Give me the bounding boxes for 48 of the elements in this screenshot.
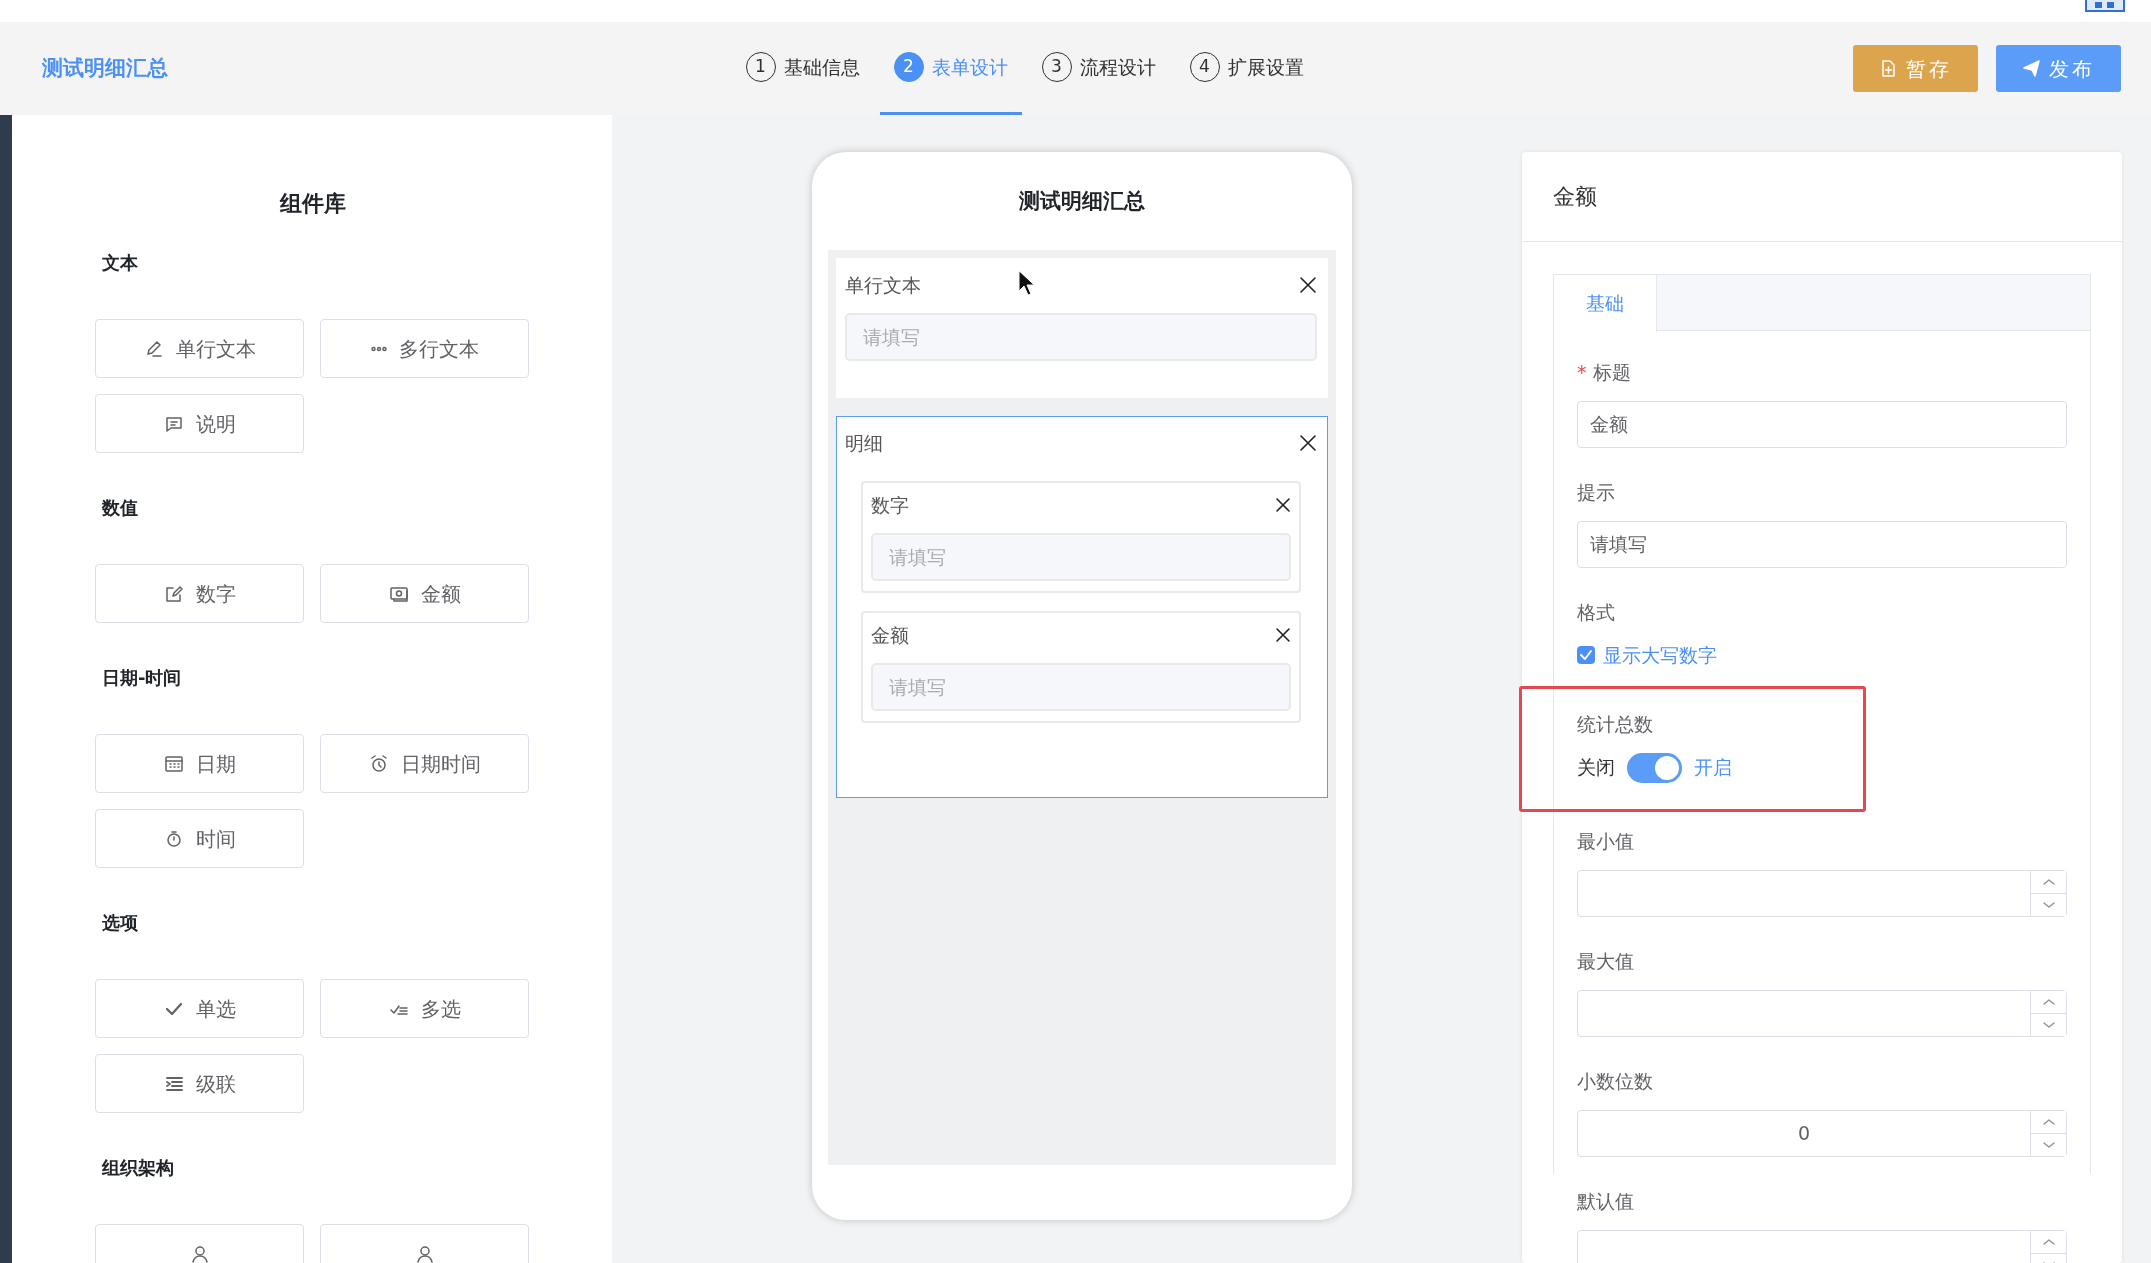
field-label: 格式: [1577, 600, 1616, 625]
required-mark: *: [1577, 361, 1587, 383]
section-heading: 选项: [102, 911, 139, 935]
component-button[interactable]: 日期时间: [320, 734, 529, 793]
form-title: 测试明细汇总: [1018, 188, 1146, 215]
field-label: * 标题: [1577, 360, 1632, 385]
field-label: 最大值: [1577, 948, 1635, 974]
field-label: 统计总数: [1577, 711, 1654, 737]
input-field[interactable]: 请填写: [871, 663, 1291, 711]
field-label: 默认值: [1577, 1188, 1635, 1214]
input-field[interactable]: 请填写: [871, 533, 1291, 581]
panel-title: 组件库: [278, 190, 347, 218]
step-tab[interactable]: 3 流程设计: [1027, 22, 1170, 115]
panel-title: 金额: [1522, 152, 2122, 242]
field-label: 明细: [845, 431, 883, 456]
input-field[interactable]: 请填写: [1577, 521, 2067, 568]
step-tab[interactable]: 1 基础信息: [731, 22, 874, 115]
component-button[interactable]: 单行文本: [95, 319, 304, 378]
component-button[interactable]: 说明: [95, 394, 304, 453]
component-button[interactable]: 数字: [95, 564, 304, 623]
component-button[interactable]: 多选: [320, 979, 529, 1038]
component-button[interactable]: 多行文本: [320, 319, 529, 378]
component-button[interactable]: 级联: [95, 1054, 304, 1113]
field-label: 提示: [1577, 480, 1616, 505]
switch-on-label: 开启: [1694, 755, 1732, 781]
section-heading: 数值: [102, 496, 139, 520]
field-label: 数字: [871, 493, 909, 518]
field-label: 单行文本: [845, 273, 921, 298]
form-field-card[interactable]: 单行文本 请填写: [836, 258, 1328, 398]
form-field-card[interactable]: 金额 请填写: [861, 611, 1301, 723]
form-field-card[interactable]: 明细 数字 请填写 金额 请填写: [836, 416, 1328, 798]
switch-off-label: 关闭: [1577, 755, 1615, 781]
app-title: 测试明细汇总: [42, 54, 168, 82]
component-button[interactable]: 单选: [95, 979, 304, 1038]
component-button[interactable]: 金额: [320, 564, 529, 623]
section-heading: 组织架构: [102, 1156, 175, 1180]
component-button[interactable]: 时间: [95, 809, 304, 868]
field-label: 小数位数: [1577, 1068, 1654, 1094]
input-field[interactable]: 金额: [1577, 401, 2067, 448]
input-field[interactable]: 请填写: [845, 313, 1317, 361]
step-tab[interactable]: 4 扩展设置: [1175, 22, 1318, 115]
form-field-card[interactable]: 数字 请填写: [861, 481, 1301, 593]
component-button[interactable]: 日期: [95, 734, 304, 793]
section-heading: 文本: [102, 251, 139, 275]
field-label: 金额: [871, 623, 909, 648]
field-label: 最小值: [1577, 828, 1635, 854]
tab[interactable]: 基础: [1554, 275, 1657, 332]
section-heading: 日期-时间: [102, 666, 183, 690]
